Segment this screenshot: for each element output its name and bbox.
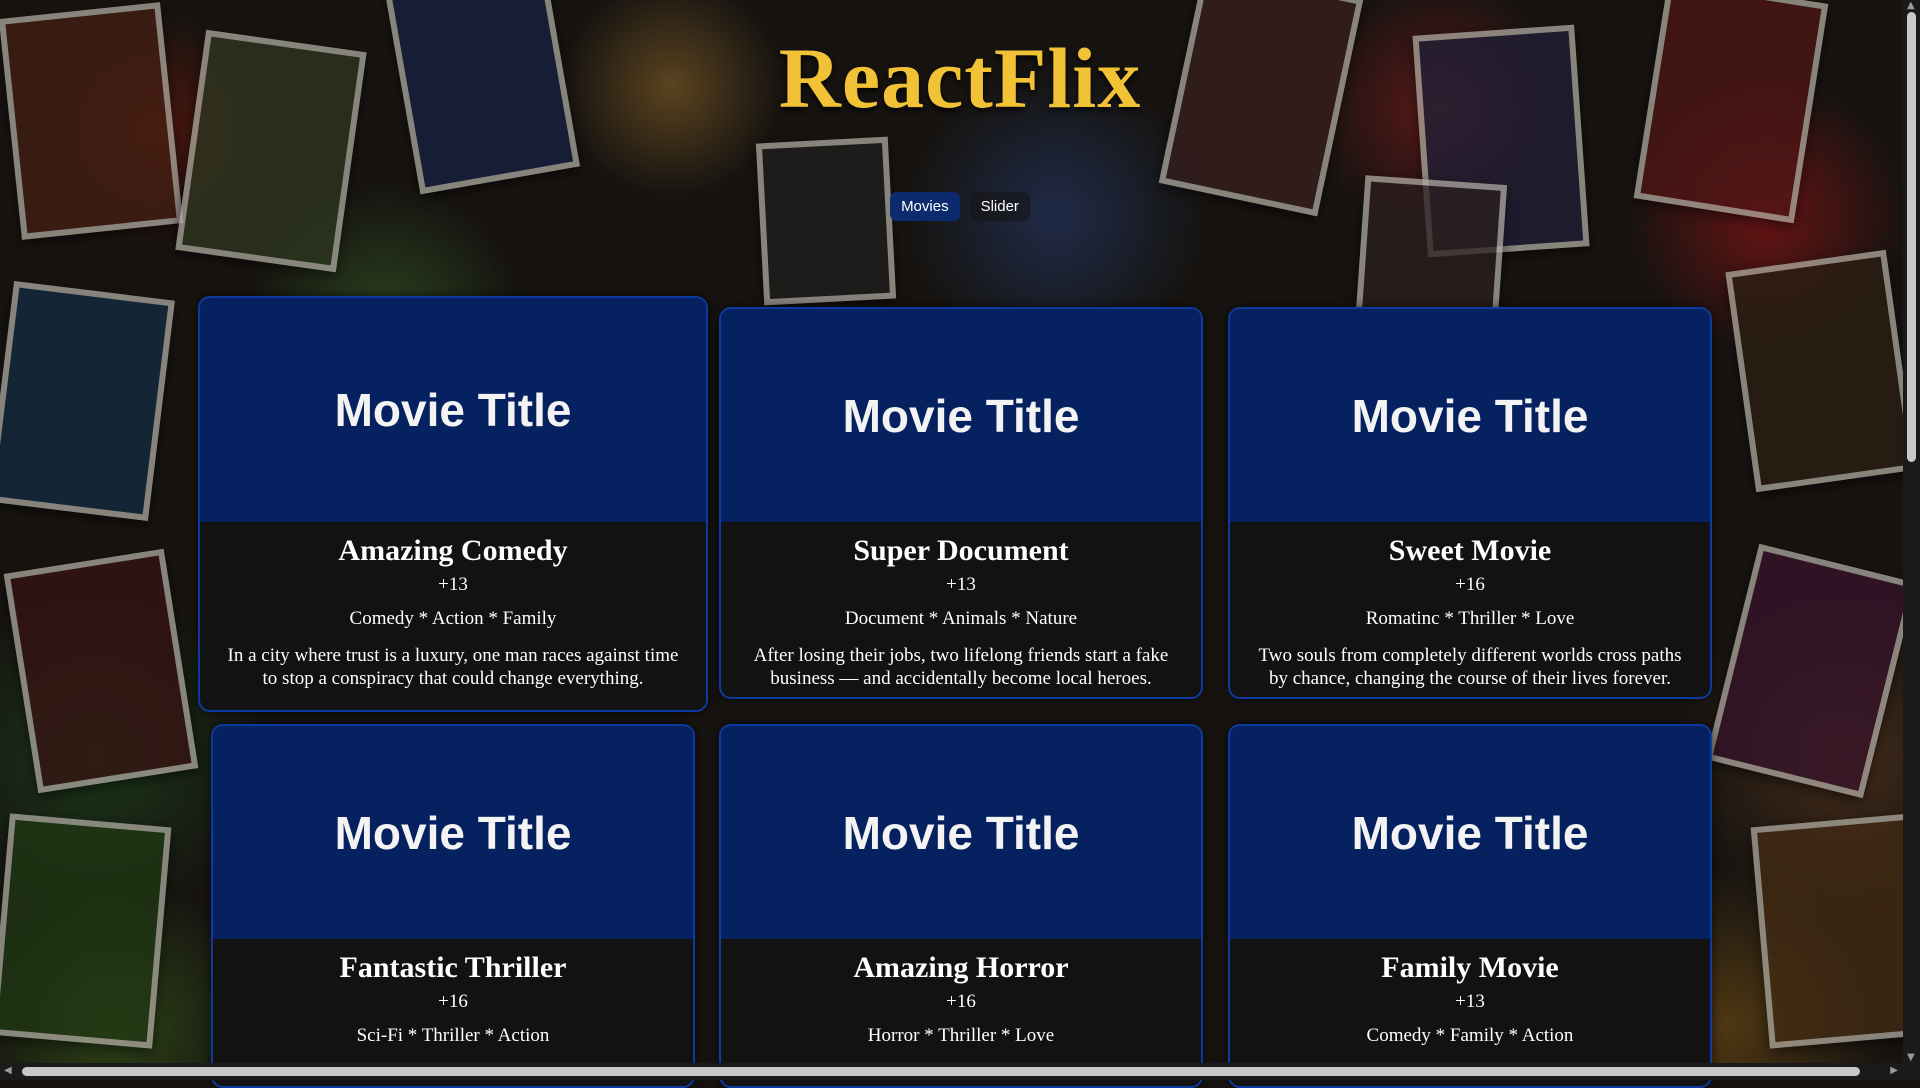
- movie-card[interactable]: Movie Title Family Movie +13 Comedy * Fa…: [1228, 724, 1712, 1088]
- nav-movies-button[interactable]: Movies: [890, 192, 960, 221]
- movie-title: Family Movie: [1381, 951, 1559, 984]
- movie-card[interactable]: Movie Title Amazing Comedy +13 Comedy * …: [198, 296, 708, 712]
- movie-genres: Horror * Thriller * Love: [867, 1025, 1055, 1046]
- movie-card[interactable]: Movie Title Super Document +13 Document …: [719, 307, 1203, 699]
- vertical-scroll-thumb[interactable]: [1907, 12, 1916, 462]
- movie-card[interactable]: Movie Title Fantastic Thriller +16 Sci-F…: [211, 724, 695, 1088]
- movie-title: Amazing Comedy: [338, 534, 568, 567]
- movie-poster-placeholder: Movie Title: [721, 726, 1201, 939]
- movie-rating: +13: [438, 574, 468, 595]
- main-nav: Movies Slider: [0, 192, 1920, 221]
- nav-slider-button[interactable]: Slider: [969, 192, 1030, 221]
- vertical-scrollbar[interactable]: ▲ ▼: [1903, 0, 1920, 1063]
- movie-description: Two souls from completely different worl…: [1258, 645, 1682, 689]
- movie-poster-placeholder: Movie Title: [1230, 726, 1710, 939]
- movie-description: After losing their jobs, two lifelong fr…: [753, 645, 1169, 689]
- movie-rating: +16: [946, 991, 976, 1012]
- app-logo[interactable]: ReactFlix: [0, 28, 1920, 128]
- movie-rating: +16: [438, 991, 468, 1012]
- movie-genres: Document * Animals * Nature: [844, 608, 1078, 629]
- arrow-down-icon[interactable]: ▼: [1907, 1052, 1915, 1063]
- movie-rating: +16: [1455, 574, 1485, 595]
- movie-title: Fantastic Thriller: [339, 951, 567, 984]
- movie-poster-placeholder: Movie Title: [1230, 309, 1710, 522]
- arrow-up-icon[interactable]: ▲: [1907, 0, 1915, 11]
- movie-genres: Romatinc * Thriller * Love: [1365, 608, 1575, 629]
- movie-genres: Comedy * Action * Family: [349, 608, 557, 629]
- movie-title: Super Document: [853, 534, 1069, 567]
- movie-title: Amazing Horror: [853, 951, 1069, 984]
- horizontal-scrollbar[interactable]: ◀ ▶: [0, 1063, 1920, 1080]
- movie-genres: Sci-Fi * Thriller * Action: [356, 1025, 550, 1046]
- movie-poster-placeholder: Movie Title: [200, 298, 706, 522]
- movie-description: In a city where trust is a luxury, one m…: [227, 645, 679, 689]
- movie-rating: +13: [1455, 991, 1485, 1012]
- horizontal-scroll-thumb[interactable]: [22, 1067, 1860, 1076]
- movie-title: Sweet Movie: [1388, 534, 1552, 567]
- arrow-right-icon[interactable]: ▶: [1890, 1065, 1898, 1076]
- movie-genres: Comedy * Family * Action: [1366, 1025, 1574, 1046]
- movie-poster-placeholder: Movie Title: [721, 309, 1201, 522]
- movie-poster-placeholder: Movie Title: [213, 726, 693, 939]
- arrow-left-icon[interactable]: ◀: [4, 1065, 12, 1076]
- movie-rating: +13: [946, 574, 976, 595]
- movie-card[interactable]: Movie Title Sweet Movie +16 Romatinc * T…: [1228, 307, 1712, 699]
- movie-card[interactable]: Movie Title Amazing Horror +16 Horror * …: [719, 724, 1203, 1088]
